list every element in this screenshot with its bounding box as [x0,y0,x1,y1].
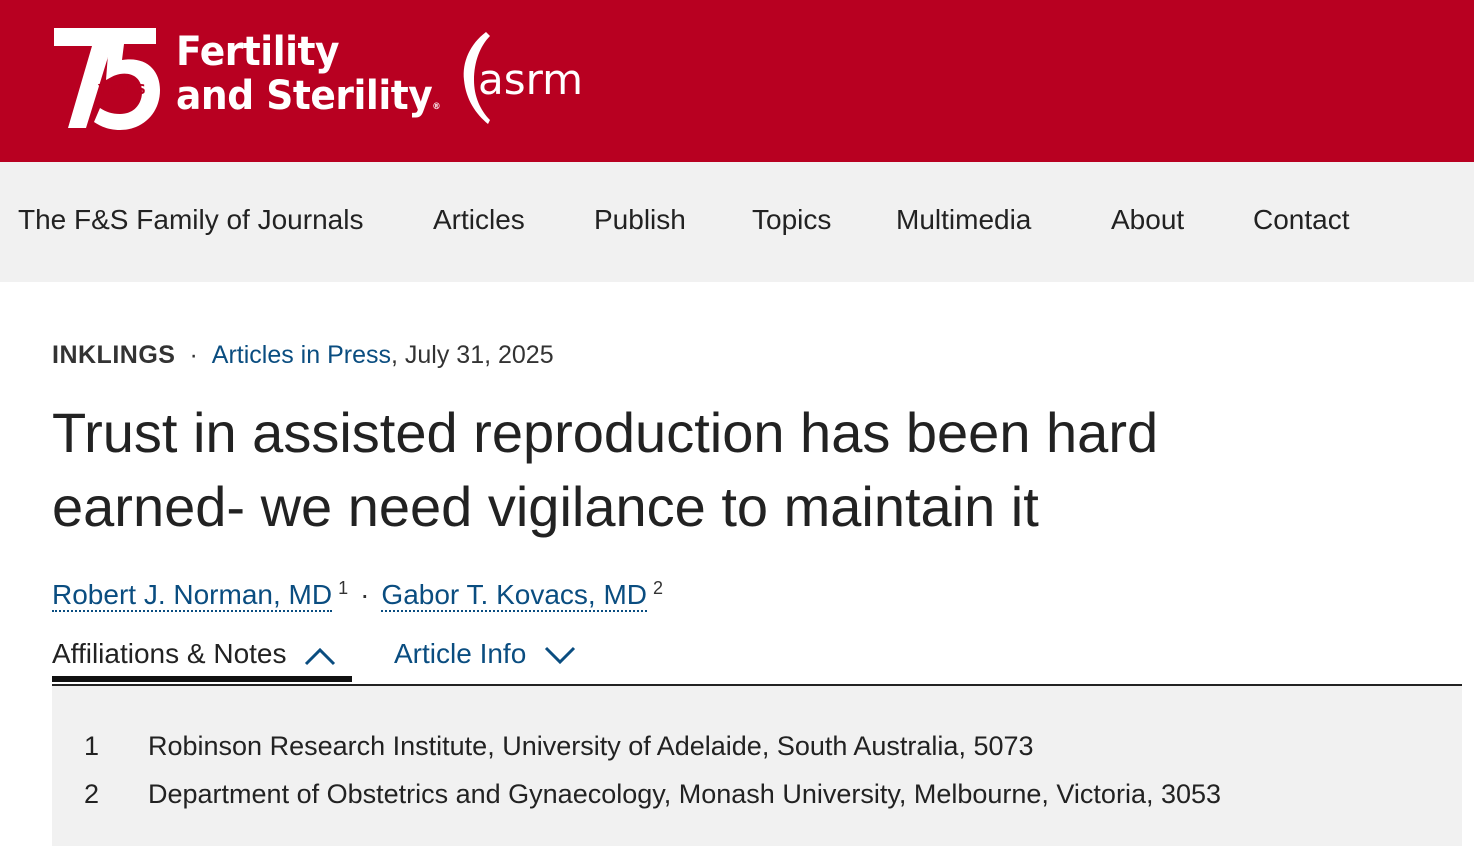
nav-item-articles[interactable]: Articles [433,200,525,240]
articles-in-press-link[interactable]: Articles in Press [212,341,391,369]
article-date: , July 31, 2025 [391,341,554,369]
chevron-up-icon [305,647,336,665]
author-link-kovacs[interactable]: Gabor T. Kovacs, MD [381,579,647,613]
affiliation-text: Robinson Research Institute, University … [148,731,1034,761]
nav-item-fs-family[interactable]: The F&S Family of Journals [18,200,363,240]
affiliation-item: 1 Robinson Research Institute, Universit… [52,726,1462,770]
author-link-norman[interactable]: Robert J. Norman, MD [52,579,333,613]
journal-title[interactable]: Fertility and Sterility® [176,29,441,129]
meta-separator: · [189,341,198,369]
affiliation-item: 2 Department of Obstetrics and Gynaecolo… [52,774,1462,818]
asrm-logo[interactable]: asrm [460,30,590,126]
tab-affiliations-notes[interactable]: Affiliations & Notes [52,634,336,674]
tab-article-info[interactable]: Article Info [394,634,576,674]
author-separator: · [360,579,370,611]
author-list: Robert J. Norman, MD 1 · Gabor T. Kovacs, M… [52,568,663,615]
tab-affiliations-label: Affiliations & Notes [52,638,287,669]
anniversary-75-logo[interactable]: YEARS [50,26,162,130]
affiliation-text: Department of Obstetrics and Gynaecology… [148,779,1222,809]
article-meta: INKLINGS · Articles in Press, July 31, 202… [52,338,554,372]
asrm-text: asrm [478,55,583,104]
nav-item-multimedia[interactable]: Multimedia [896,200,1031,240]
author-affil-sup-1[interactable]: 1 [338,578,348,598]
nav-item-about[interactable]: About [1111,200,1184,240]
article-section[interactable]: INKLINGS [52,341,175,369]
affiliations-panel: 1 Robinson Research Institute, Universit… [52,686,1462,846]
main-nav: The F&S Family of Journals Articles Publ… [0,162,1474,282]
nav-item-topics[interactable]: Topics [752,200,831,240]
chevron-down-icon [545,646,576,664]
affiliation-number: 2 [84,779,100,809]
registered-mark: ® [432,102,441,112]
journal-title-line2: and Sterility [176,73,433,119]
affiliation-number: 1 [84,731,100,761]
nav-item-publish[interactable]: Publish [594,200,686,240]
author-affil-sup-2[interactable]: 2 [653,578,663,598]
article-title: Trust in assisted reproduction has been … [52,401,1159,538]
article-tabs: Affiliations & Notes Article Info [52,630,1462,686]
masthead: YEARS Fertility and Sterility® asrm [0,0,1474,162]
nav-item-contact[interactable]: Contact [1253,200,1350,240]
tab-article-info-label: Article Info [394,638,527,669]
active-tab-indicator [52,676,352,682]
years-text: YEARS [97,83,146,98]
journal-title-line1: Fertility [176,29,340,75]
